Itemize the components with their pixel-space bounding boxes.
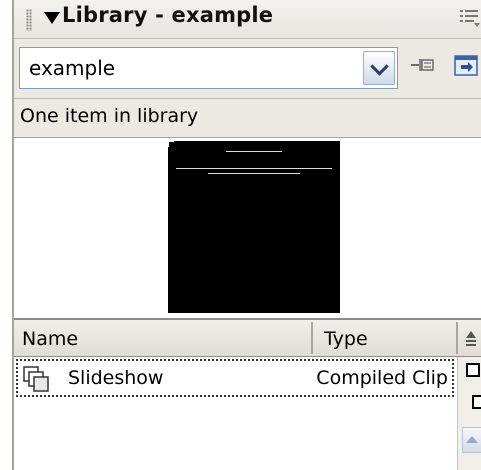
pin-library-icon[interactable] (410, 53, 436, 79)
library-select[interactable]: example (19, 47, 398, 89)
item-count-label: One item in library (20, 105, 199, 127)
arrow-up-icon (466, 436, 478, 443)
library-panel: Library - example example One item in li… (12, 0, 481, 470)
list-column-header: Name Type (14, 320, 481, 357)
panel-title: Library - example (62, 3, 274, 27)
preview-text-line (226, 151, 282, 152)
library-status-row: One item in library (14, 99, 481, 138)
drag-gripper-icon[interactable] (26, 9, 32, 31)
dropdown-button[interactable] (363, 51, 395, 85)
library-selector-row: example (14, 39, 481, 99)
column-toggle-box[interactable] (466, 363, 480, 377)
column-type-header[interactable]: Type (324, 328, 368, 350)
column-separator[interactable] (456, 322, 458, 354)
scroll-up-button[interactable] (462, 427, 481, 453)
panel-title-bar[interactable]: Library - example (14, 0, 481, 39)
column-name-header[interactable]: Name (22, 328, 78, 350)
item-name: Slideshow (68, 367, 164, 389)
column-toggle-box[interactable] (472, 395, 481, 409)
collapse-triangle-icon[interactable] (44, 12, 60, 24)
new-library-panel-icon[interactable] (452, 52, 480, 80)
item-type: Compiled Clip (316, 367, 448, 389)
clip-preview-thumbnail (168, 141, 340, 313)
chevron-down-icon (370, 57, 389, 76)
vertical-scrollbar[interactable] (457, 357, 481, 470)
library-item-list: Slideshow Compiled Clip (14, 357, 481, 470)
sort-order-icon[interactable] (464, 328, 478, 348)
preview-pane (14, 138, 481, 320)
preview-text-line (208, 173, 300, 174)
list-item[interactable]: Slideshow Compiled Clip (16, 359, 454, 397)
registration-mark (168, 141, 174, 147)
preview-text-line (176, 168, 332, 169)
panel-options-icon[interactable] (459, 8, 481, 28)
compiled-clip-icon (23, 366, 49, 392)
column-separator[interactable] (311, 322, 313, 354)
library-select-value: example (29, 56, 116, 80)
